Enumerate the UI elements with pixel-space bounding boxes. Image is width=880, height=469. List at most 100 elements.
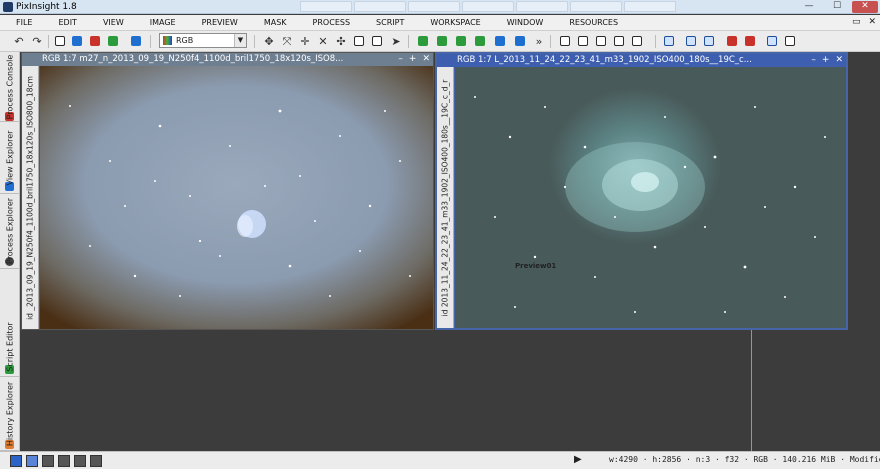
menu-script[interactable]: SCRIPT [350,18,404,27]
zoom-fit-icon[interactable]: ⤧ [280,34,294,48]
redo-icon[interactable]: ↷ [30,34,44,48]
tab-history-explorer[interactable]: History Explorer [0,377,19,451]
fit-view-icon[interactable] [352,34,366,48]
menu-bar: FILE EDIT VIEW IMAGE PREVIEW MASK PROCES… [0,15,880,31]
preview-label[interactable]: Preview01 [515,262,556,270]
pan-icon[interactable]: ✥ [262,34,276,48]
taskbar-ghost-tabs [300,1,676,12]
toolbar-more-icon[interactable]: » [532,34,546,48]
play-icon[interactable]: ▶ [574,454,582,465]
menu-image[interactable]: IMAGE [124,18,176,27]
maximize-view-button[interactable]: + [822,54,830,67]
menu-edit[interactable]: EDIT [32,18,76,27]
move-icon[interactable]: ✣ [334,34,348,48]
image-window-m27[interactable]: RGB 1:7 m27_n_2013_09_19_N250f4_1100d_br… [21,52,434,330]
ghost-tab [462,1,514,12]
workspace-6-button[interactable] [90,455,102,467]
maximize-view-button[interactable]: + [409,53,417,66]
view-id-tab[interactable]: id 2013_11_24_22_23_41_m33_1902_ISO400_1… [437,67,454,328]
menu-window[interactable]: WINDOW [481,18,544,27]
undo-icon[interactable]: ↶ [12,34,26,48]
shade-button[interactable]: – [398,53,403,66]
mask-invert-icon[interactable] [594,34,608,48]
zoom-in-icon[interactable]: ✛ [298,34,312,48]
app-title: PixInsight 1.8 [16,1,77,12]
workspace-1-button[interactable] [10,455,22,467]
starfield-m33 [474,96,826,313]
mask-show-icon[interactable] [576,34,590,48]
mask-remove-icon[interactable] [630,34,644,48]
main-toolbar: ↶ ↷ ✥ ⤧ ✛ ✕ ✣ ➤ » [0,31,880,52]
menu-resources[interactable]: RESOURCES [543,18,618,27]
channel-select[interactable]: RGB ▼ [159,33,247,48]
auto-stretch-icon[interactable] [684,34,698,48]
image-canvas-m33[interactable]: Preview01 [455,67,846,328]
mask-icon[interactable] [558,34,572,48]
stars [69,105,411,297]
close-view-button[interactable]: ✕ [422,53,430,66]
ghost-tab [408,1,460,12]
track-view-icon[interactable] [725,34,739,48]
shade-button[interactable]: – [811,54,816,67]
color-icon[interactable] [106,34,120,48]
tab-process-console[interactable]: Process Console [0,52,19,122]
chevron-down-icon[interactable]: ▼ [234,34,246,47]
preview-redo-icon[interactable] [513,34,527,48]
galaxy-nucleus [631,172,659,192]
tab-script-editor[interactable]: Script Editor [0,317,19,377]
mdi-restore-button[interactable]: ▭ [852,15,861,30]
zoom-out-icon[interactable]: ✕ [316,34,330,48]
image-canvas-m27[interactable] [40,66,433,329]
nebula-core [237,215,253,237]
title-bar: PixInsight 1.8 — ☐ ✕ [0,0,880,14]
new-image-icon[interactable] [53,34,67,48]
workspace-3-button[interactable] [42,455,54,467]
close-view-button[interactable]: ✕ [835,54,843,67]
maximize-button[interactable]: ☐ [824,1,850,13]
menu-preview[interactable]: PREVIEW [176,18,238,27]
mask-enable-icon[interactable] [612,34,626,48]
menu-view[interactable]: VIEW [77,18,124,27]
preview-undo-icon[interactable] [493,34,507,48]
workspace-5-button[interactable] [74,455,86,467]
link-stf-icon[interactable] [743,34,757,48]
mdi-close-button[interactable]: ✕ [868,15,876,30]
image-window-caption[interactable]: RGB 1:7 m27_n_2013_09_19_N250f4_1100d_br… [22,53,433,66]
preview-delete-icon[interactable] [454,34,468,48]
menu-file[interactable]: FILE [0,18,32,27]
pointer-icon[interactable]: ➤ [389,34,403,48]
menu-workspace[interactable]: WORKSPACE [404,18,480,27]
tab-view-explorer[interactable]: View Explorer [0,122,19,194]
preview-store-icon[interactable] [473,34,487,48]
menu-process[interactable]: PROCESS [287,18,350,27]
image-info: w:4290 · h:2856 · n:3 · f32 · RGB · 140.… [609,455,880,464]
full-view-icon[interactable] [370,34,384,48]
tab-process-explorer[interactable]: Process Explorer [0,194,19,269]
image-info-icon[interactable] [70,34,84,48]
color-manage-icon[interactable] [765,34,779,48]
close-button[interactable]: ✕ [852,1,878,13]
workspace-2-button[interactable] [26,455,38,467]
app-icon [3,1,13,12]
rgb-channels-icon[interactable] [88,34,102,48]
menu-mask[interactable]: MASK [238,18,287,27]
guide-line [751,330,752,451]
stf-icon[interactable] [662,34,676,48]
image-window-m33[interactable]: RGB 1:7 L_2013_11_24_22_23_41_m33_1902_I… [435,52,848,330]
ghost-tab [516,1,568,12]
preview-edit-icon[interactable] [435,34,449,48]
minimize-button[interactable]: — [796,1,822,13]
status-bar: ▶ w:4290 · h:2856 · n:3 · f32 · RGB · 14… [0,451,880,469]
ghost-tab [354,1,406,12]
preview-new-icon[interactable] [416,34,430,48]
proofing-icon[interactable] [783,34,797,48]
reset-stretch-icon[interactable] [702,34,716,48]
left-dock: Process Console View Explorer Process Ex… [0,52,20,451]
channel-icon[interactable] [129,34,143,48]
starfield-m27 [69,105,411,297]
ghost-tab [570,1,622,12]
ghost-tab [624,1,676,12]
image-window-caption[interactable]: RGB 1:7 L_2013_11_24_22_23_41_m33_1902_I… [437,54,846,67]
view-id-tab[interactable]: id _2013_09_19_N250f4_1100d_bril1750_18x… [22,66,39,329]
workspace-4-button[interactable] [58,455,70,467]
